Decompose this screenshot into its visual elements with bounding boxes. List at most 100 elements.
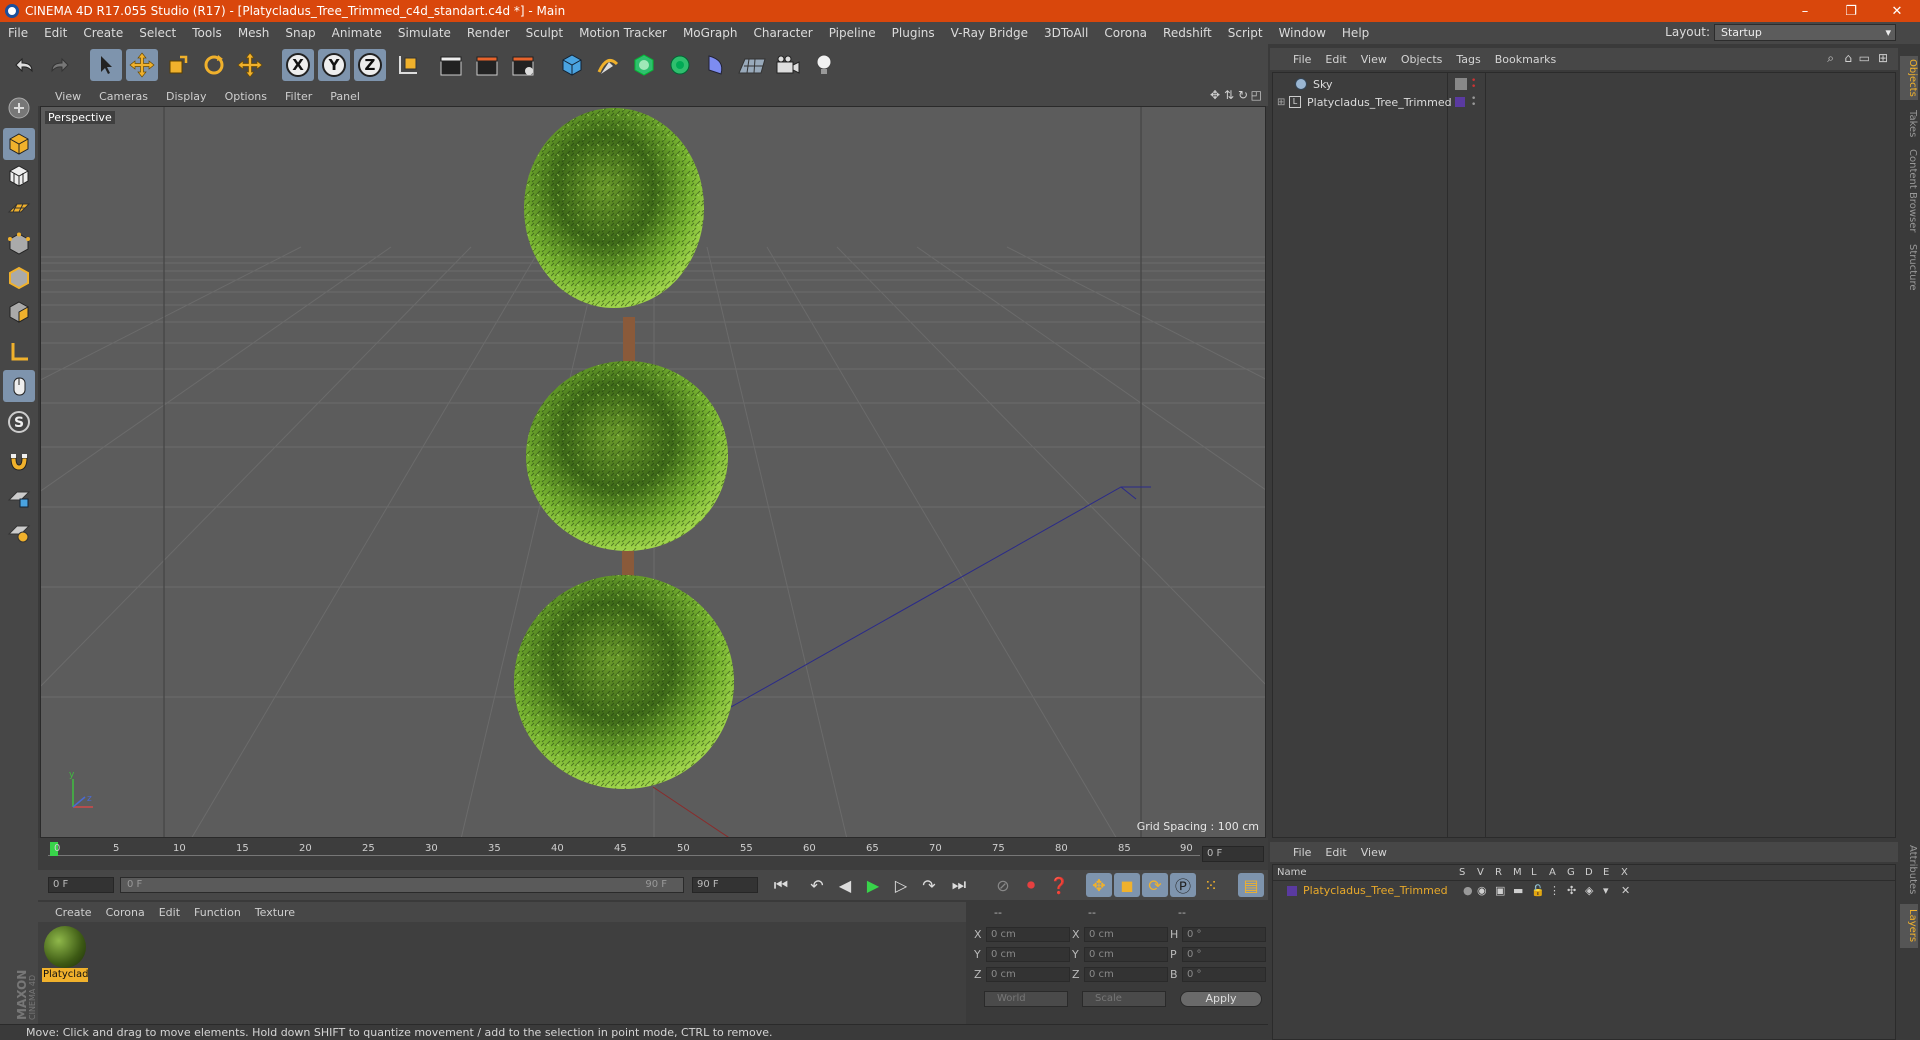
- visibility-dots-icon[interactable]: • •: [1471, 77, 1476, 92]
- object-menu-view[interactable]: View: [1354, 53, 1394, 66]
- apply-button[interactable]: Apply: [1180, 991, 1262, 1007]
- go-to-end-button[interactable]: ⏭: [946, 873, 972, 897]
- menu-create[interactable]: Create: [75, 26, 131, 40]
- rotation-h-field[interactable]: 0 °: [1182, 927, 1266, 942]
- material-menu-function[interactable]: Function: [187, 906, 248, 919]
- object-menu-tags[interactable]: Tags: [1449, 53, 1487, 66]
- tab-attributes[interactable]: Attributes: [1900, 842, 1918, 898]
- animation-icon[interactable]: ⋮: [1549, 884, 1560, 897]
- close-button[interactable]: ✕: [1874, 0, 1920, 22]
- sky-tag-icon[interactable]: [1455, 78, 1467, 90]
- record-active-objects-button[interactable]: ⏺: [1018, 873, 1044, 897]
- make-editable-button[interactable]: [3, 92, 35, 124]
- viewport-menu-panel[interactable]: Panel: [321, 90, 369, 103]
- scheme-settings-button[interactable]: ▤: [1238, 873, 1264, 897]
- material-swatch[interactable]: Platyclad: [42, 926, 88, 984]
- add-deformer-button[interactable]: [700, 49, 732, 81]
- size-y-field[interactable]: 0 cm: [1084, 947, 1168, 962]
- rotation-p-field[interactable]: 0 °: [1182, 947, 1266, 962]
- menu-snap[interactable]: Snap: [277, 26, 323, 40]
- key-scale-button[interactable]: ◼: [1114, 873, 1140, 897]
- tab-objects[interactable]: Objects: [1900, 56, 1918, 100]
- menu-3dtoall[interactable]: 3DToAll: [1036, 26, 1096, 40]
- menu-mograph[interactable]: MoGraph: [675, 26, 746, 40]
- menu-corona[interactable]: Corona: [1096, 26, 1155, 40]
- add-subdivision-button[interactable]: [628, 49, 660, 81]
- expand-toggle-icon[interactable]: ⊞: [1277, 97, 1285, 108]
- viewport-maximize-icon[interactable]: ◰: [1251, 88, 1262, 102]
- x-axis-button[interactable]: X: [282, 49, 314, 81]
- tab-takes[interactable]: Takes: [1900, 106, 1918, 142]
- menu-render[interactable]: Render: [459, 26, 518, 40]
- layer-color-swatch[interactable]: [1287, 886, 1297, 896]
- position-z-field[interactable]: 0 cm: [986, 967, 1070, 982]
- viewport-menu-options[interactable]: Options: [216, 90, 276, 103]
- add-cloner-button[interactable]: [664, 49, 696, 81]
- tab-layers[interactable]: Layers: [1900, 904, 1918, 948]
- menu-character[interactable]: Character: [745, 26, 820, 40]
- render-clapper-icon[interactable]: ▣: [1495, 884, 1505, 897]
- layer-color-icon[interactable]: [1455, 97, 1465, 107]
- move-tool-button[interactable]: [126, 49, 158, 81]
- layer-col-locked[interactable]: L: [1531, 867, 1537, 878]
- tab-structure[interactable]: Structure: [1900, 240, 1918, 294]
- add-light-button[interactable]: [808, 49, 840, 81]
- y-axis-button[interactable]: Y: [318, 49, 350, 81]
- edges-mode-button[interactable]: [3, 262, 35, 294]
- object-row-platycladus[interactable]: ⊞ L Platycladus_Tree_Trimmed • •: [1273, 93, 1897, 111]
- deformer-icon[interactable]: ◈: [1585, 884, 1593, 897]
- layer-col-view[interactable]: V: [1477, 867, 1484, 878]
- object-menu-bookmarks[interactable]: Bookmarks: [1488, 53, 1563, 66]
- menu-edit[interactable]: Edit: [36, 26, 75, 40]
- recent-tool-button[interactable]: [234, 49, 266, 81]
- workplane-mode-button[interactable]: [3, 192, 35, 224]
- layer-col-render[interactable]: R: [1495, 867, 1502, 878]
- menu-simulate[interactable]: Simulate: [390, 26, 459, 40]
- object-menu-objects[interactable]: Objects: [1394, 53, 1450, 66]
- locked-workplane-button[interactable]: [3, 482, 35, 514]
- layer-col-expressions[interactable]: E: [1603, 867, 1609, 878]
- generator-icon[interactable]: ✣: [1567, 884, 1576, 897]
- viewport-menu-display[interactable]: Display: [157, 90, 216, 103]
- layer-col-xref[interactable]: X: [1621, 867, 1628, 878]
- scale-tool-button[interactable]: [162, 49, 194, 81]
- key-parameter-button[interactable]: Ⓟ: [1170, 873, 1196, 897]
- viewport-menu-cameras[interactable]: Cameras: [90, 90, 157, 103]
- render-view-button[interactable]: [436, 49, 468, 81]
- coordinate-mode-select[interactable]: World: [984, 991, 1068, 1007]
- size-z-field[interactable]: 0 cm: [1084, 967, 1168, 982]
- play-button[interactable]: ▶: [860, 873, 886, 897]
- home-icon[interactable]: ⌂: [1844, 51, 1852, 65]
- layout-select[interactable]: Startup ▾: [1714, 24, 1896, 41]
- eye-icon[interactable]: ◉: [1477, 884, 1487, 897]
- end-frame-field[interactable]: 90 F: [692, 877, 758, 893]
- layer-solo-icon[interactable]: ●: [1463, 884, 1473, 897]
- next-frame-button[interactable]: ▷: [888, 873, 914, 897]
- redo-button[interactable]: [44, 49, 76, 81]
- rotate-tool-button[interactable]: [198, 49, 230, 81]
- layer-menu-edit[interactable]: Edit: [1318, 846, 1353, 859]
- rotation-b-field[interactable]: 0 °: [1182, 967, 1266, 982]
- search-icon[interactable]: ⌕: [1827, 51, 1834, 66]
- menu-tools[interactable]: Tools: [184, 26, 230, 40]
- xref-icon[interactable]: ✕: [1621, 884, 1630, 897]
- add-floor-button[interactable]: [736, 49, 768, 81]
- render-to-picture-viewer-button[interactable]: [472, 49, 504, 81]
- viewport-menu-filter[interactable]: Filter: [276, 90, 321, 103]
- menu-animate[interactable]: Animate: [324, 26, 390, 40]
- coordinate-system-button[interactable]: [392, 49, 424, 81]
- start-frame-field[interactable]: 0 F: [48, 877, 114, 893]
- layer-col-manager[interactable]: M: [1513, 867, 1522, 878]
- material-menu-create[interactable]: Create: [48, 906, 99, 919]
- menu-plugins[interactable]: Plugins: [884, 26, 943, 40]
- z-axis-button[interactable]: Z: [354, 49, 386, 81]
- add-camera-button[interactable]: [772, 49, 804, 81]
- add-cube-button[interactable]: [556, 49, 588, 81]
- snap-button[interactable]: [3, 446, 35, 478]
- go-to-next-key-button[interactable]: ↷: [916, 873, 942, 897]
- menu-vray-bridge[interactable]: V-Ray Bridge: [943, 26, 1036, 40]
- layer-col-deformers[interactable]: D: [1585, 867, 1593, 878]
- size-mode-select[interactable]: Scale: [1082, 991, 1166, 1007]
- planar-workplane-button[interactable]: [3, 516, 35, 548]
- viewport-zoom-icon[interactable]: ⇅: [1224, 88, 1234, 102]
